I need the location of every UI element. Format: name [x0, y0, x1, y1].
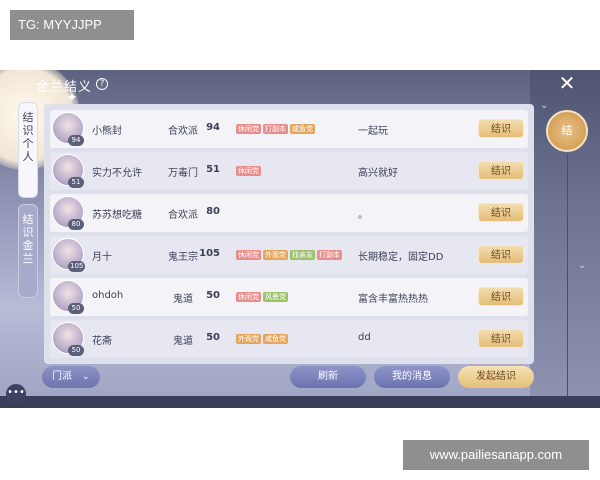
player-tag: 咸鱼党	[290, 124, 315, 134]
player-tag: 找亲友	[290, 250, 315, 260]
bond-button[interactable]: 结识	[478, 287, 524, 306]
avatar-level-badge: 51	[68, 177, 84, 188]
list-item[interactable]: 50 ohdoh 鬼道 50 休闲党 风景党 富含丰富热热热 结识	[50, 278, 528, 316]
tab-meet-individual[interactable]: 结 识 个 人	[18, 102, 38, 198]
player-name: 小熊封	[92, 126, 122, 137]
my-messages-button[interactable]: 我的消息	[374, 366, 450, 388]
bond-button[interactable]: 结识	[478, 119, 524, 138]
window-title: 金兰结义	[36, 80, 93, 95]
player-level: 51	[206, 164, 220, 175]
player-list: 94 小熊封 合欢派 94 休闲党 打副本 咸鱼党 一起玩 结识 51 实力不允许 万毒门 51 休闲党高…	[44, 104, 534, 364]
bond-button[interactable]: 结识	[478, 203, 524, 222]
tag-group: 休闲党 外观党 找亲友 打副本	[236, 240, 362, 270]
player-motto: 。	[358, 210, 368, 221]
sect-filter-dropdown[interactable]: 门派 ⌄	[42, 366, 100, 388]
bond-button[interactable]: 结识	[478, 245, 524, 264]
player-name: 实力不允许	[92, 168, 142, 179]
tab-label-char: 个	[22, 137, 34, 150]
player-level: 50	[206, 332, 220, 343]
player-motto: 高兴就好	[358, 168, 398, 179]
chat-icon[interactable]: •••	[6, 384, 26, 404]
avatar-level-badge: 80	[68, 219, 84, 230]
close-icon[interactable]: ✕	[556, 72, 578, 94]
player-tag: 休闲党	[236, 124, 261, 134]
player-motto: 一起玩	[358, 126, 388, 137]
tag-group	[236, 198, 362, 228]
chevron-down-icon: ⌄	[82, 372, 90, 382]
tab-label-char: 识	[22, 226, 34, 239]
player-name: 花斋	[92, 336, 112, 347]
player-name: ohdoh	[92, 290, 124, 301]
player-level: 50	[206, 290, 220, 301]
player-tag: 打副本	[317, 250, 342, 260]
player-motto: 长期稳定，固定DD	[358, 252, 444, 263]
tag-group: 外观党 咸鱼党	[236, 324, 362, 354]
list-item[interactable]: 80 苏苏想吃糖 合欢派 80。结识	[50, 194, 528, 232]
list-item[interactable]: 51 实力不允许 万毒门 51 休闲党 高兴就好 结识	[50, 152, 528, 190]
player-tag: 休闲党	[236, 292, 261, 302]
avatar-level-badge: 105	[68, 261, 86, 272]
seal-button[interactable]: 结	[546, 110, 588, 152]
player-tag: 咸鱼党	[263, 334, 288, 344]
bottom-right-watermark: www.pailiesanapp.com	[403, 440, 589, 470]
avatar-level-badge: 50	[68, 303, 84, 314]
page: TG: MYYJJPP 金兰结义 ? ✦ ✕ 结 ⌄ ⌄ 结 识 个 人 结 识…	[0, 0, 600, 480]
tab-label-char: 结	[22, 213, 34, 226]
tag-group: 休闲党 打副本 咸鱼党	[236, 114, 362, 144]
player-level: 105	[199, 248, 220, 259]
tab-label-char: 金	[22, 239, 34, 252]
sect-filter-label: 门派	[52, 371, 72, 382]
bird-decoration-icon: ⌄	[540, 100, 549, 111]
player-tag: 打副本	[263, 124, 288, 134]
player-tag: 休闲党	[236, 250, 261, 260]
list-item[interactable]: 50 花斋 鬼道 50 外观党 咸鱼党 dd 结识	[50, 320, 528, 358]
refresh-button[interactable]: 刷新	[290, 366, 366, 388]
help-icon[interactable]: ?	[96, 78, 108, 90]
player-level: 94	[206, 122, 220, 133]
avatar-level-badge: 50	[68, 345, 84, 356]
tab-label-char: 识	[22, 124, 34, 137]
initiate-bond-button[interactable]: 发起结识	[458, 366, 534, 388]
tab-label-char: 人	[22, 150, 34, 163]
tab-meet-sworn[interactable]: 结 识 金 兰	[18, 204, 38, 298]
bird-decoration-icon: ⌄	[578, 260, 587, 271]
bottom-strip	[0, 396, 600, 408]
tab-label-char: 兰	[22, 252, 34, 265]
player-name: 月十	[92, 252, 112, 263]
list-item[interactable]: 105 月十 鬼王宗 105 休闲党 外观党 找亲友 打副本 长期稳定，固定DD 结识	[50, 236, 528, 274]
list-item[interactable]: 94 小熊封 合欢派 94 休闲党 打副本 咸鱼党 一起玩 结识	[50, 110, 528, 148]
bond-button[interactable]: 结识	[478, 161, 524, 180]
player-tag: 外观党	[263, 250, 288, 260]
game-window: 金兰结义 ? ✦ ✕ 结 ⌄ ⌄ 结 识 个 人 结 识 金 兰 94 小熊封 合欢…	[0, 70, 600, 408]
player-level: 80	[206, 206, 220, 217]
player-tag: 外观党	[236, 334, 261, 344]
tag-group: 休闲党	[236, 156, 362, 186]
player-motto: 富含丰富热热热	[358, 294, 428, 305]
top-left-watermark: TG: MYYJJPP	[10, 10, 134, 40]
player-name: 苏苏想吃糖	[92, 210, 142, 221]
tab-label-char: 结	[22, 111, 34, 124]
avatar-level-badge: 94	[68, 135, 84, 146]
player-tag: 休闲党	[236, 166, 261, 176]
tag-group: 休闲党 风景党	[236, 282, 362, 312]
bond-button[interactable]: 结识	[478, 329, 524, 348]
player-motto: dd	[358, 332, 371, 343]
player-tag: 风景党	[263, 292, 288, 302]
